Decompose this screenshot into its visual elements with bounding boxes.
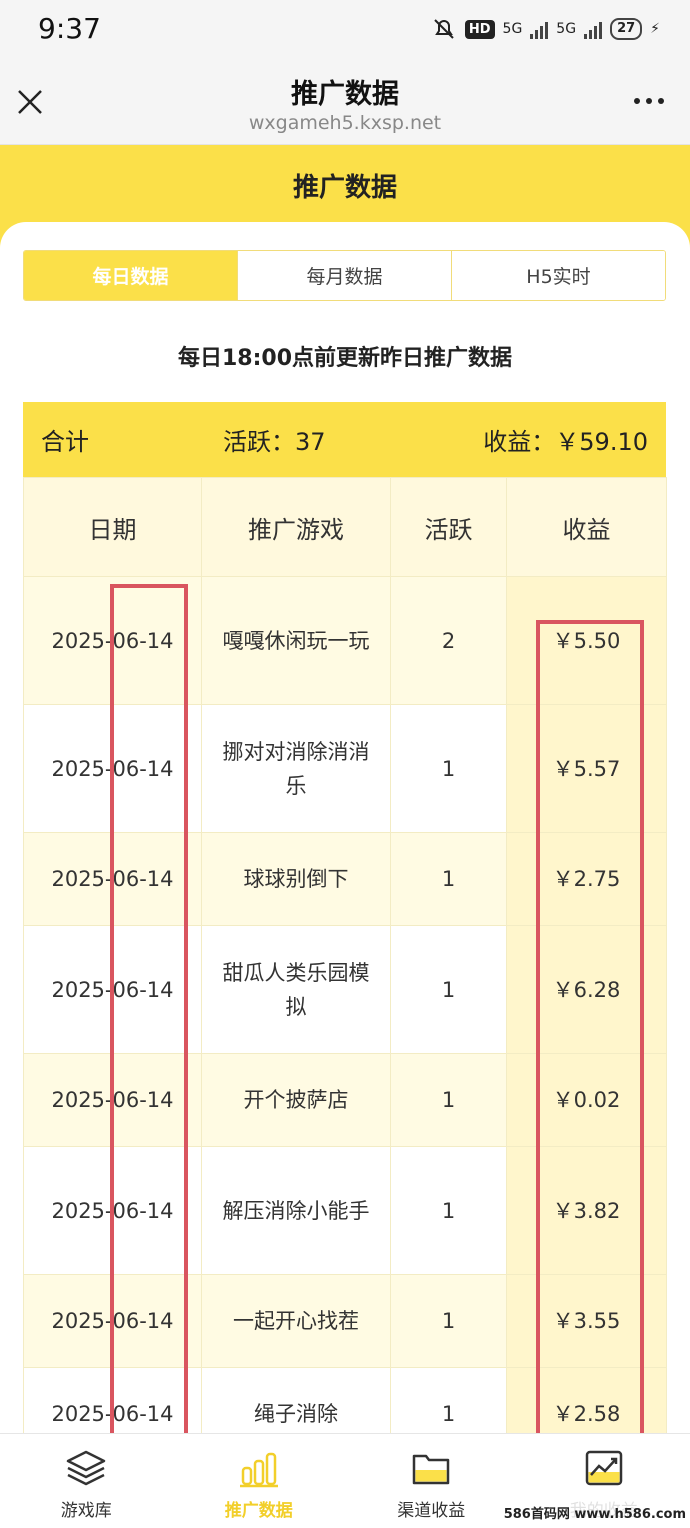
cell-date: 2025-06-14 bbox=[24, 1275, 202, 1368]
battery-icon: 27 bbox=[610, 18, 642, 40]
cell-income: ￥5.57 bbox=[507, 705, 667, 833]
cell-income: ￥3.55 bbox=[507, 1275, 667, 1368]
cell-game: 解压消除小能手 bbox=[202, 1147, 391, 1275]
tab-h5-realtime[interactable]: H5实时 bbox=[452, 251, 665, 300]
table-row: 2025-06-14 开个披萨店 1 ￥0.02 bbox=[24, 1054, 667, 1147]
trend-chart-icon bbox=[582, 1446, 626, 1490]
signal-icon-1 bbox=[530, 19, 548, 39]
data-table: 日期 推广游戏 活跃 收益 2025-06-14 嘎嘎休闲玩一玩 2 ￥5.50… bbox=[23, 477, 667, 1434]
table-header-row: 日期 推广游戏 活跃 收益 bbox=[24, 478, 667, 577]
cell-active: 1 bbox=[391, 1054, 507, 1147]
table-row: 2025-06-14 甜瓜人类乐园模拟 1 ￥6.28 bbox=[24, 926, 667, 1054]
charging-icon: ⚡ bbox=[650, 21, 660, 37]
table-row: 2025-06-14 绳子消除 1 ￥2.58 bbox=[24, 1368, 667, 1435]
signal-icon-2 bbox=[584, 19, 602, 39]
nav-channel-income[interactable]: 渠道收益 bbox=[345, 1434, 518, 1528]
watermark: 586首码网 www.h586.com bbox=[500, 1501, 690, 1524]
column-header-income: 收益 bbox=[507, 478, 667, 577]
column-header-game: 推广游戏 bbox=[202, 478, 391, 577]
nav-promo-data[interactable]: 推广数据 bbox=[173, 1434, 346, 1528]
cell-income: ￥0.02 bbox=[507, 1054, 667, 1147]
layers-icon bbox=[64, 1446, 108, 1490]
cell-game: 一起开心找茬 bbox=[202, 1275, 391, 1368]
cell-game: 球球别倒下 bbox=[202, 833, 391, 926]
title-bar: 推广数据 wxgameh5.kxsp.net bbox=[0, 62, 690, 145]
cell-active: 1 bbox=[391, 1275, 507, 1368]
cell-game: 挪对对消除消消乐 bbox=[202, 705, 391, 833]
hd-icon: HD bbox=[465, 20, 495, 39]
cell-income: ￥2.58 bbox=[507, 1368, 667, 1435]
column-header-active: 活跃 bbox=[391, 478, 507, 577]
summary-active: 活跃：37 bbox=[223, 422, 326, 457]
cell-active: 2 bbox=[391, 577, 507, 705]
cell-date: 2025-06-14 bbox=[24, 926, 202, 1054]
cell-game: 绳子消除 bbox=[202, 1368, 391, 1435]
table-row: 2025-06-14 解压消除小能手 1 ￥3.82 bbox=[24, 1147, 667, 1275]
cell-date: 2025-06-14 bbox=[24, 705, 202, 833]
network-label-1: 5G bbox=[503, 21, 523, 37]
update-notice: 每日18:00点前更新昨日推广数据 bbox=[0, 340, 690, 372]
nav-label: 推广数据 bbox=[225, 1496, 293, 1521]
summary-label: 合计 bbox=[41, 422, 89, 457]
table-row: 2025-06-14 一起开心找茬 1 ￥3.55 bbox=[24, 1275, 667, 1368]
page-title: 推广数据 bbox=[0, 72, 690, 111]
status-icons: HD 5G 5G 27 ⚡ bbox=[431, 16, 660, 42]
network-label-2: 5G bbox=[556, 21, 576, 37]
cell-income: ￥5.50 bbox=[507, 577, 667, 705]
table-row: 2025-06-14 球球别倒下 1 ￥2.75 bbox=[24, 833, 667, 926]
tab-daily[interactable]: 每日数据 bbox=[24, 251, 238, 300]
folder-icon bbox=[409, 1446, 453, 1490]
cell-income: ￥3.82 bbox=[507, 1147, 667, 1275]
page-url: wxgameh5.kxsp.net bbox=[0, 112, 690, 134]
cell-date: 2025-06-14 bbox=[24, 1147, 202, 1275]
table-row: 2025-06-14 嘎嘎休闲玩一玩 2 ￥5.50 bbox=[24, 577, 667, 705]
cell-income: ￥2.75 bbox=[507, 833, 667, 926]
status-time: 9:37 bbox=[38, 12, 101, 45]
bar-chart-icon bbox=[237, 1446, 281, 1490]
cell-active: 1 bbox=[391, 1368, 507, 1435]
tab-bar: 每日数据 每月数据 H5实时 bbox=[23, 250, 666, 301]
summary-income: 收益：￥59.10 bbox=[483, 422, 648, 457]
bottom-nav: 游戏库 推广数据 渠道收益 我的收益 586首码网 www.h586.com bbox=[0, 1433, 690, 1528]
cell-game: 开个披萨店 bbox=[202, 1054, 391, 1147]
header-title: 推广数据 bbox=[0, 167, 690, 204]
nav-label: 游戏库 bbox=[61, 1496, 112, 1521]
status-bar: 9:37 HD 5G 5G 27 ⚡ bbox=[0, 0, 690, 62]
nav-game-library[interactable]: 游戏库 bbox=[0, 1434, 173, 1528]
cell-active: 1 bbox=[391, 705, 507, 833]
cell-date: 2025-06-14 bbox=[24, 577, 202, 705]
table-row: 2025-06-14 挪对对消除消消乐 1 ￥5.57 bbox=[24, 705, 667, 833]
mute-bell-icon bbox=[431, 16, 457, 42]
more-icon[interactable] bbox=[634, 98, 664, 104]
cell-game: 嘎嘎休闲玩一玩 bbox=[202, 577, 391, 705]
cell-date: 2025-06-14 bbox=[24, 1368, 202, 1435]
cell-game: 甜瓜人类乐园模拟 bbox=[202, 926, 391, 1054]
cell-income: ￥6.28 bbox=[507, 926, 667, 1054]
cell-date: 2025-06-14 bbox=[24, 833, 202, 926]
cell-active: 1 bbox=[391, 1147, 507, 1275]
column-header-date: 日期 bbox=[24, 478, 202, 577]
cell-active: 1 bbox=[391, 926, 507, 1054]
cell-date: 2025-06-14 bbox=[24, 1054, 202, 1147]
nav-label: 渠道收益 bbox=[397, 1496, 465, 1521]
summary-row: 合计 活跃：37 收益：￥59.10 bbox=[23, 402, 666, 477]
tab-monthly[interactable]: 每月数据 bbox=[238, 251, 452, 300]
cell-active: 1 bbox=[391, 833, 507, 926]
content-card: 每日数据 每月数据 H5实时 每日18:00点前更新昨日推广数据 合计 活跃：3… bbox=[0, 222, 690, 1434]
